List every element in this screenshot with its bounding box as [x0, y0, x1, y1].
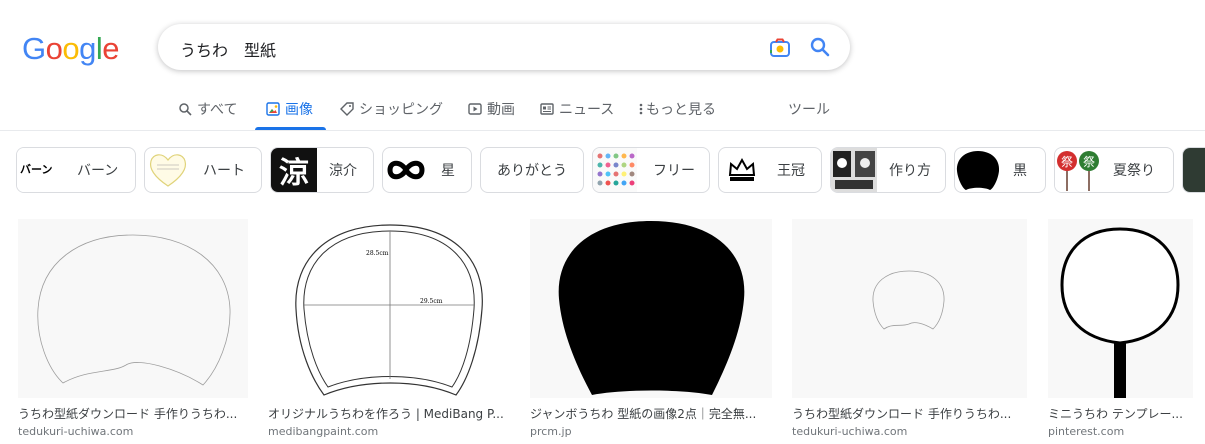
chip-partial[interactable]	[1182, 147, 1205, 193]
infinity-icon	[387, 160, 425, 180]
logo-letter: e	[102, 31, 120, 66]
tab-label: ツール	[788, 102, 830, 118]
color-swatches-icon	[597, 153, 635, 186]
uchiwa-black-image	[558, 221, 745, 395]
crown-icon	[728, 157, 756, 181]
dimension-label: 28.5cm	[366, 250, 389, 257]
chip-label: 星	[441, 163, 455, 179]
chip-thumbnail	[719, 148, 765, 192]
chip-thumb-text: 祭	[1061, 155, 1073, 169]
chip-thanks[interactable]: ありがとう	[480, 147, 584, 193]
chip-thumb-text: バーン	[20, 163, 53, 176]
stickers-icon	[833, 151, 875, 189]
chip-label: バーン	[77, 163, 119, 179]
result-image[interactable]	[18, 219, 248, 398]
search-icon	[179, 103, 192, 116]
chip-label: 王冠	[777, 163, 805, 179]
tab-label: 動画	[487, 102, 515, 118]
news-icon	[540, 103, 554, 115]
dimension-label: 29.5cm	[420, 298, 443, 305]
chip-label: ハート	[203, 163, 245, 179]
result-image[interactable]	[530, 219, 772, 398]
mini-uchiwa-image	[1060, 227, 1180, 398]
chip-label: 涼介	[329, 163, 357, 179]
camera-lens-icon[interactable]	[768, 36, 792, 60]
play-icon	[468, 103, 482, 115]
chip-star[interactable]: 星	[382, 147, 472, 193]
image-icon	[266, 102, 280, 116]
google-logo[interactable]: Google	[22, 31, 120, 67]
logo-letter: g	[79, 31, 96, 66]
heart-icon	[149, 154, 187, 187]
result-title[interactable]: オリジナルうちわを作ろう | MediBang P...	[268, 405, 510, 422]
tab-more[interactable]: もっと見る	[638, 99, 716, 139]
chip-thumb-text: 祭	[1083, 155, 1095, 169]
tab-label: ニュース	[559, 102, 615, 118]
result-site: tedukuri-uchiwa.com	[18, 425, 134, 438]
chip-thumbnail	[1183, 148, 1205, 192]
uchiwa-small-outline-image	[872, 270, 945, 330]
chip-thumbnail: 祭 祭	[1055, 148, 1101, 192]
festival-fan-icon: 祭 祭	[1057, 151, 1099, 191]
tab-videos[interactable]: 動画	[468, 99, 515, 139]
chip-label: フリー	[653, 163, 695, 179]
logo-letter: o	[62, 31, 80, 66]
chip-thumbnail	[831, 148, 877, 192]
logo-letter: o	[45, 31, 63, 66]
result-title[interactable]: うちわ型紙ダウンロード 手作りうちわ...	[792, 405, 1027, 422]
chip-thumbnail	[383, 148, 429, 192]
chip-label: 作り方	[889, 163, 931, 179]
search-icon[interactable]	[808, 35, 832, 59]
tab-shopping[interactable]: ショッピング	[340, 99, 443, 139]
uchiwa-dimension-image: 28.5cm 29.5cm	[295, 224, 483, 396]
chip-thumbnail	[145, 148, 191, 192]
chip-thumbnail: 涼	[271, 148, 317, 192]
tab-news[interactable]: ニュース	[540, 99, 614, 139]
result-site: pinterest.com	[1048, 425, 1125, 438]
uchiwa-outline-image	[37, 234, 231, 386]
result-title[interactable]: ジャンボうちわ 型紙の画像2点｜完全無...	[530, 405, 772, 422]
uchiwa-black-icon	[956, 151, 1000, 190]
result-image[interactable]: 28.5cm 29.5cm	[268, 219, 510, 398]
chip-summer-festival[interactable]: 祭 祭 夏祭り	[1054, 147, 1174, 193]
logo-letter: G	[22, 31, 46, 66]
chip-crown[interactable]: 王冠	[718, 147, 822, 193]
chip-burn[interactable]: バーン バーン	[16, 147, 136, 193]
chip-thumb-text: 涼	[279, 156, 309, 191]
chip-black[interactable]: 黒	[954, 147, 1046, 193]
chip-label: 黒	[1013, 163, 1027, 179]
tag-icon	[340, 102, 354, 116]
search-box[interactable]: うちわ 型紙	[158, 24, 850, 70]
tab-images[interactable]: 画像	[266, 99, 313, 139]
result-site: prcm.jp	[530, 425, 572, 438]
chip-how-to[interactable]: 作り方	[830, 147, 946, 193]
chip-label: 夏祭り	[1113, 163, 1155, 179]
tab-label: ショッピング	[359, 102, 443, 118]
chip-thumbnail	[955, 148, 1001, 192]
result-site: tedukuri-uchiwa.com	[792, 425, 908, 438]
result-title[interactable]: ミニうちわ テンプレー...	[1048, 405, 1188, 422]
result-title[interactable]: うちわ型紙ダウンロード 手作りうちわ...	[18, 405, 248, 422]
search-input[interactable]: うちわ 型紙	[180, 37, 276, 61]
chip-free[interactable]: フリー	[592, 147, 710, 193]
chip-ryosuke[interactable]: 涼 涼介	[270, 147, 374, 193]
tab-label: すべて	[197, 102, 238, 118]
tab-label: もっと見る	[646, 102, 716, 118]
result-image[interactable]	[1048, 219, 1193, 398]
chip-thumbnail	[593, 148, 637, 192]
chip-label: ありがとう	[497, 163, 567, 179]
tab-all[interactable]: すべて	[178, 99, 237, 139]
header-divider	[0, 130, 1205, 131]
result-site: medibangpaint.com	[268, 425, 379, 438]
chip-thumbnail: バーン	[17, 148, 63, 192]
chip-heart[interactable]: ハート	[144, 147, 262, 193]
more-vert-icon	[639, 103, 643, 115]
tab-label: 画像	[285, 102, 313, 118]
result-image[interactable]	[792, 219, 1027, 398]
tab-tools[interactable]: ツール	[788, 99, 830, 139]
